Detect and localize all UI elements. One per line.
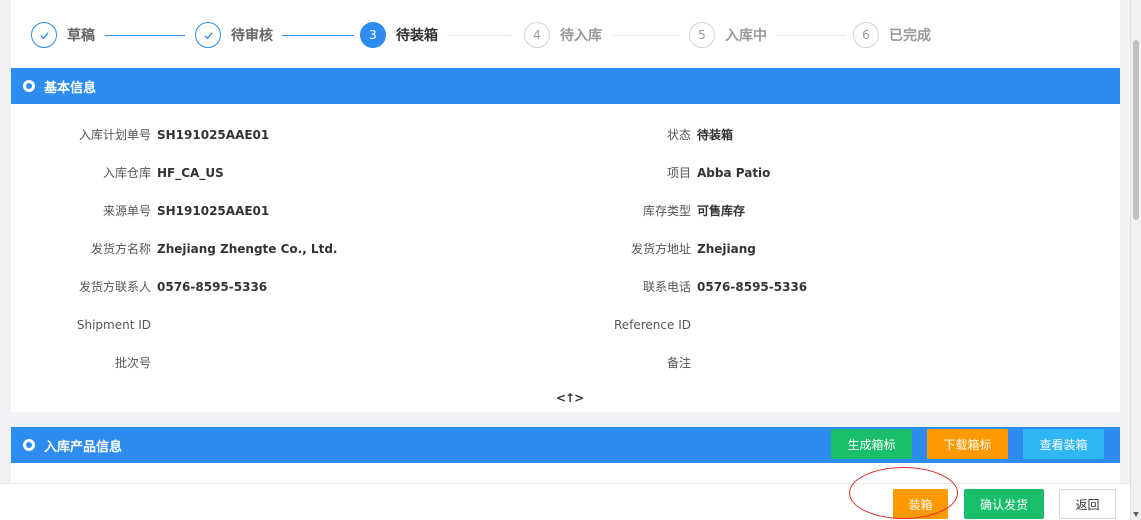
step-pending-inbound: 4 待入库	[524, 22, 602, 48]
step-label: 入库中	[725, 28, 767, 44]
download-box-label-button[interactable]: 下载箱标	[927, 429, 1008, 459]
step-number: 3	[360, 22, 386, 48]
info-row: 批次号 备注	[11, 353, 1120, 373]
check-icon	[31, 22, 57, 48]
step-connector	[776, 35, 846, 36]
field-value: 0576-8595-5336	[157, 280, 268, 294]
step-number: 6	[853, 22, 879, 48]
step-label: 草稿	[67, 28, 95, 44]
field-value: SH191025AAE01	[157, 128, 270, 142]
step-draft: 草稿	[31, 22, 95, 48]
field-value: SH191025AAE01	[157, 204, 270, 218]
step-connector	[612, 35, 680, 36]
view-packing-button[interactable]: 查看装箱	[1023, 429, 1104, 459]
info-row: 入库计划单号 SH191025AAE01 状态 待装箱	[11, 125, 1120, 145]
field-value: 0576-8595-5336	[697, 280, 808, 294]
panel-title: 基本信息	[44, 80, 97, 96]
step-connector	[282, 35, 354, 36]
step-inbounding: 5 入库中	[689, 22, 767, 48]
scrollbar[interactable]	[1130, 0, 1141, 520]
back-button[interactable]: 返回	[1059, 489, 1116, 519]
field-value: 待装箱	[697, 128, 734, 142]
pack-button[interactable]: 装箱	[893, 489, 948, 519]
field-label: 库存类型	[642, 204, 691, 218]
generate-box-label-button[interactable]: 生成箱标	[831, 429, 912, 459]
step-completed: 6 已完成	[853, 22, 931, 48]
step-number: 4	[524, 22, 550, 48]
info-grid: 入库计划单号 SH191025AAE01 状态 待装箱 入库仓库 HF_CA_U…	[11, 104, 1120, 412]
field-value: Zhejiang	[697, 242, 756, 256]
step-connector	[105, 35, 185, 36]
step-label: 待装箱	[396, 28, 438, 44]
step-pending-review: 待审核	[195, 22, 273, 48]
basic-info-panel: 基本信息 入库计划单号 SH191025AAE01 状态 待装箱 入库仓库 HF…	[11, 68, 1120, 412]
field-label: 发货方联系人	[78, 280, 151, 294]
info-row: Shipment ID Reference ID	[11, 315, 1120, 335]
field-label: 发货方名称	[90, 242, 151, 256]
scroll-down-icon[interactable]	[1133, 512, 1139, 517]
info-row: 发货方联系人 0576-8595-5336 联系电话 0576-8595-533…	[11, 277, 1120, 297]
info-row: 发货方名称 Zhejiang Zhengte Co., Ltd. 发货方地址 Z…	[11, 239, 1120, 259]
panel-title: 入库产品信息	[44, 439, 123, 455]
scrollbar-thumb[interactable]	[1133, 40, 1139, 220]
step-label: 待入库	[560, 28, 602, 44]
field-label: 发货方地址	[630, 242, 691, 256]
field-value: Abba Patio	[697, 166, 771, 180]
field-value: Zhejiang Zhengte Co., Ltd.	[157, 242, 338, 256]
check-icon	[195, 22, 221, 48]
panel-header: 基本信息	[11, 68, 1120, 104]
footer-actions: 装箱 确认发货 返回	[0, 483, 1130, 520]
step-label: 待审核	[231, 28, 273, 44]
info-row: 入库仓库 HF_CA_US 项目 Abba Patio	[11, 163, 1120, 183]
confirm-ship-button[interactable]: 确认发货	[964, 489, 1044, 519]
step-pending-packing: 3 待装箱	[360, 22, 438, 48]
field-label: 状态	[666, 128, 691, 142]
product-info-panel: 入库产品信息 生成箱标 下载箱标 查看装箱	[11, 427, 1120, 483]
wordpress-icon	[23, 80, 35, 92]
info-row: 来源单号 SH191025AAE01 库存类型 可售库存	[11, 201, 1120, 221]
step-connector	[447, 35, 511, 36]
field-label: Reference ID	[613, 318, 691, 332]
field-value: HF_CA_US	[157, 166, 224, 180]
collapse-toggle-icon[interactable]: <↑>	[556, 391, 584, 405]
field-label: 备注	[666, 356, 691, 370]
field-label: 批次号	[114, 356, 151, 370]
field-label: Shipment ID	[76, 318, 151, 332]
step-number: 5	[689, 22, 715, 48]
field-label: 入库仓库	[102, 166, 151, 180]
field-label: 入库计划单号	[78, 128, 151, 142]
steps-bar: 草稿 待审核 3 待装箱 4 待入库 5 入库中 6 已完成	[11, 0, 1120, 68]
field-label: 项目	[666, 166, 691, 180]
step-label: 已完成	[889, 28, 931, 44]
field-label: 来源单号	[102, 204, 151, 218]
field-value: 可售库存	[697, 204, 746, 218]
field-label: 联系电话	[642, 280, 691, 294]
wordpress-icon	[23, 439, 35, 451]
